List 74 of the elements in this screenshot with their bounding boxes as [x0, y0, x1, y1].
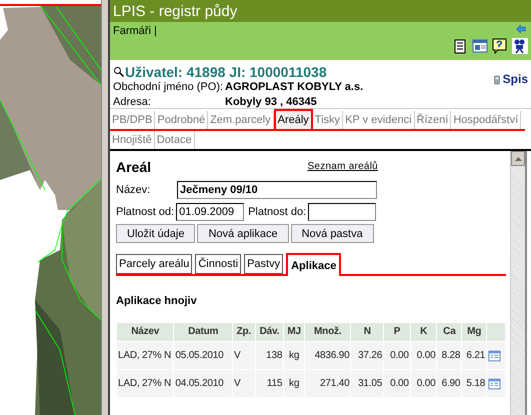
table-cell: 0.00	[410, 370, 436, 397]
column-header: MJ	[284, 323, 304, 341]
table-cell: 0.00	[384, 370, 410, 397]
action-button[interactable]: Uložit údaje	[116, 224, 196, 243]
table-cell: 04.05.2010	[174, 370, 232, 397]
column-header: P	[384, 323, 410, 341]
table-cell: 6.21	[462, 342, 486, 369]
window-icon[interactable]	[472, 38, 488, 54]
menu-text: Farmáři |	[113, 24, 157, 39]
tab[interactable]: Parcely areálu	[116, 254, 192, 274]
table-cell: 05.05.2010	[174, 342, 232, 369]
date-field[interactable]: 01.09.2009	[176, 203, 244, 221]
column-header: Dáv.	[256, 323, 284, 341]
list-link[interactable]: Seznam areálů	[307, 160, 378, 174]
field-value: AGROPLAST KOBYLY a.s.	[225, 80, 364, 94]
table-cell: 115	[256, 370, 284, 397]
table-cell: V	[232, 370, 255, 397]
scrollbar[interactable]	[510, 151, 525, 415]
field-label: Obchodní jméno (PO):	[113, 80, 224, 94]
field-label: Platnost do:	[248, 205, 306, 219]
table-cell: 6.90	[437, 370, 462, 397]
tab[interactable]: Činnosti	[195, 254, 242, 274]
table-cell: 37.26	[351, 342, 384, 369]
scroll-up-button[interactable]	[511, 151, 525, 166]
field-value: Kobyly 93 , 46345	[225, 95, 317, 109]
table-cell: LAD, 27% N	[117, 370, 174, 397]
action-button[interactable]: Nová aplikace	[197, 224, 289, 243]
column-header: Zp.	[232, 323, 255, 341]
projector-icon[interactable]	[512, 38, 528, 54]
app-title: LPIS - registr půdy	[113, 4, 238, 18]
column-header: N	[351, 323, 384, 341]
field-label: Adresa:	[113, 95, 152, 109]
phone-icon[interactable]	[492, 73, 501, 87]
tab[interactable]: Areály	[274, 109, 313, 129]
field-label: Platnost od:	[116, 205, 174, 219]
column-header: Ca	[437, 323, 462, 341]
tab[interactable]: Hnojiště	[110, 131, 155, 149]
tab[interactable]: Pastvy	[244, 254, 284, 274]
name-field[interactable]: Ječmeny 09/10	[177, 181, 377, 199]
column-header: Mg	[462, 323, 486, 341]
table-cell: 8.28	[437, 342, 462, 369]
table-cell: kg	[284, 370, 304, 397]
table-cell: 31.05	[351, 370, 384, 397]
field-label: Název:	[116, 183, 152, 197]
spis-link[interactable]: Spis	[502, 73, 528, 85]
table-cell: 0.00	[410, 342, 436, 369]
section-heading: Areál	[116, 160, 152, 174]
action-button[interactable]: Nová pastva	[290, 224, 374, 243]
column-header: Datum	[174, 323, 232, 341]
splitter[interactable]	[101, 0, 110, 415]
column-header: K	[410, 323, 436, 341]
up-arrow-icon	[514, 156, 522, 160]
tab[interactable]: Dotace	[154, 131, 195, 149]
column-header: Množ.	[304, 323, 350, 341]
user-heading: Uživatel: 41898 JI: 1000011038	[125, 65, 327, 79]
date-field[interactable]	[308, 203, 376, 221]
column-header: Název	[117, 323, 174, 341]
table-cell: 138	[256, 342, 284, 369]
clipboard-icon[interactable]	[452, 38, 468, 54]
table-cell: 4836.90	[304, 342, 350, 369]
section-heading: Aplikace hnojiv	[116, 294, 198, 308]
detail-icon[interactable]	[487, 350, 502, 362]
magnifier-icon[interactable]	[113, 66, 125, 78]
table-cell: 5.18	[462, 370, 486, 397]
tab[interactable]: Aplikace	[286, 253, 342, 276]
table-cell: kg	[284, 342, 304, 369]
detail-icon[interactable]	[487, 378, 502, 390]
column-header	[487, 323, 505, 341]
help-icon[interactable]	[492, 38, 508, 54]
table-cell: V	[232, 342, 255, 369]
back-arrow-icon[interactable]	[514, 24, 528, 34]
table-cell: 271.40	[304, 370, 350, 397]
table-cell: LAD, 27% N	[117, 342, 174, 369]
table-cell: 0.00	[384, 342, 410, 369]
